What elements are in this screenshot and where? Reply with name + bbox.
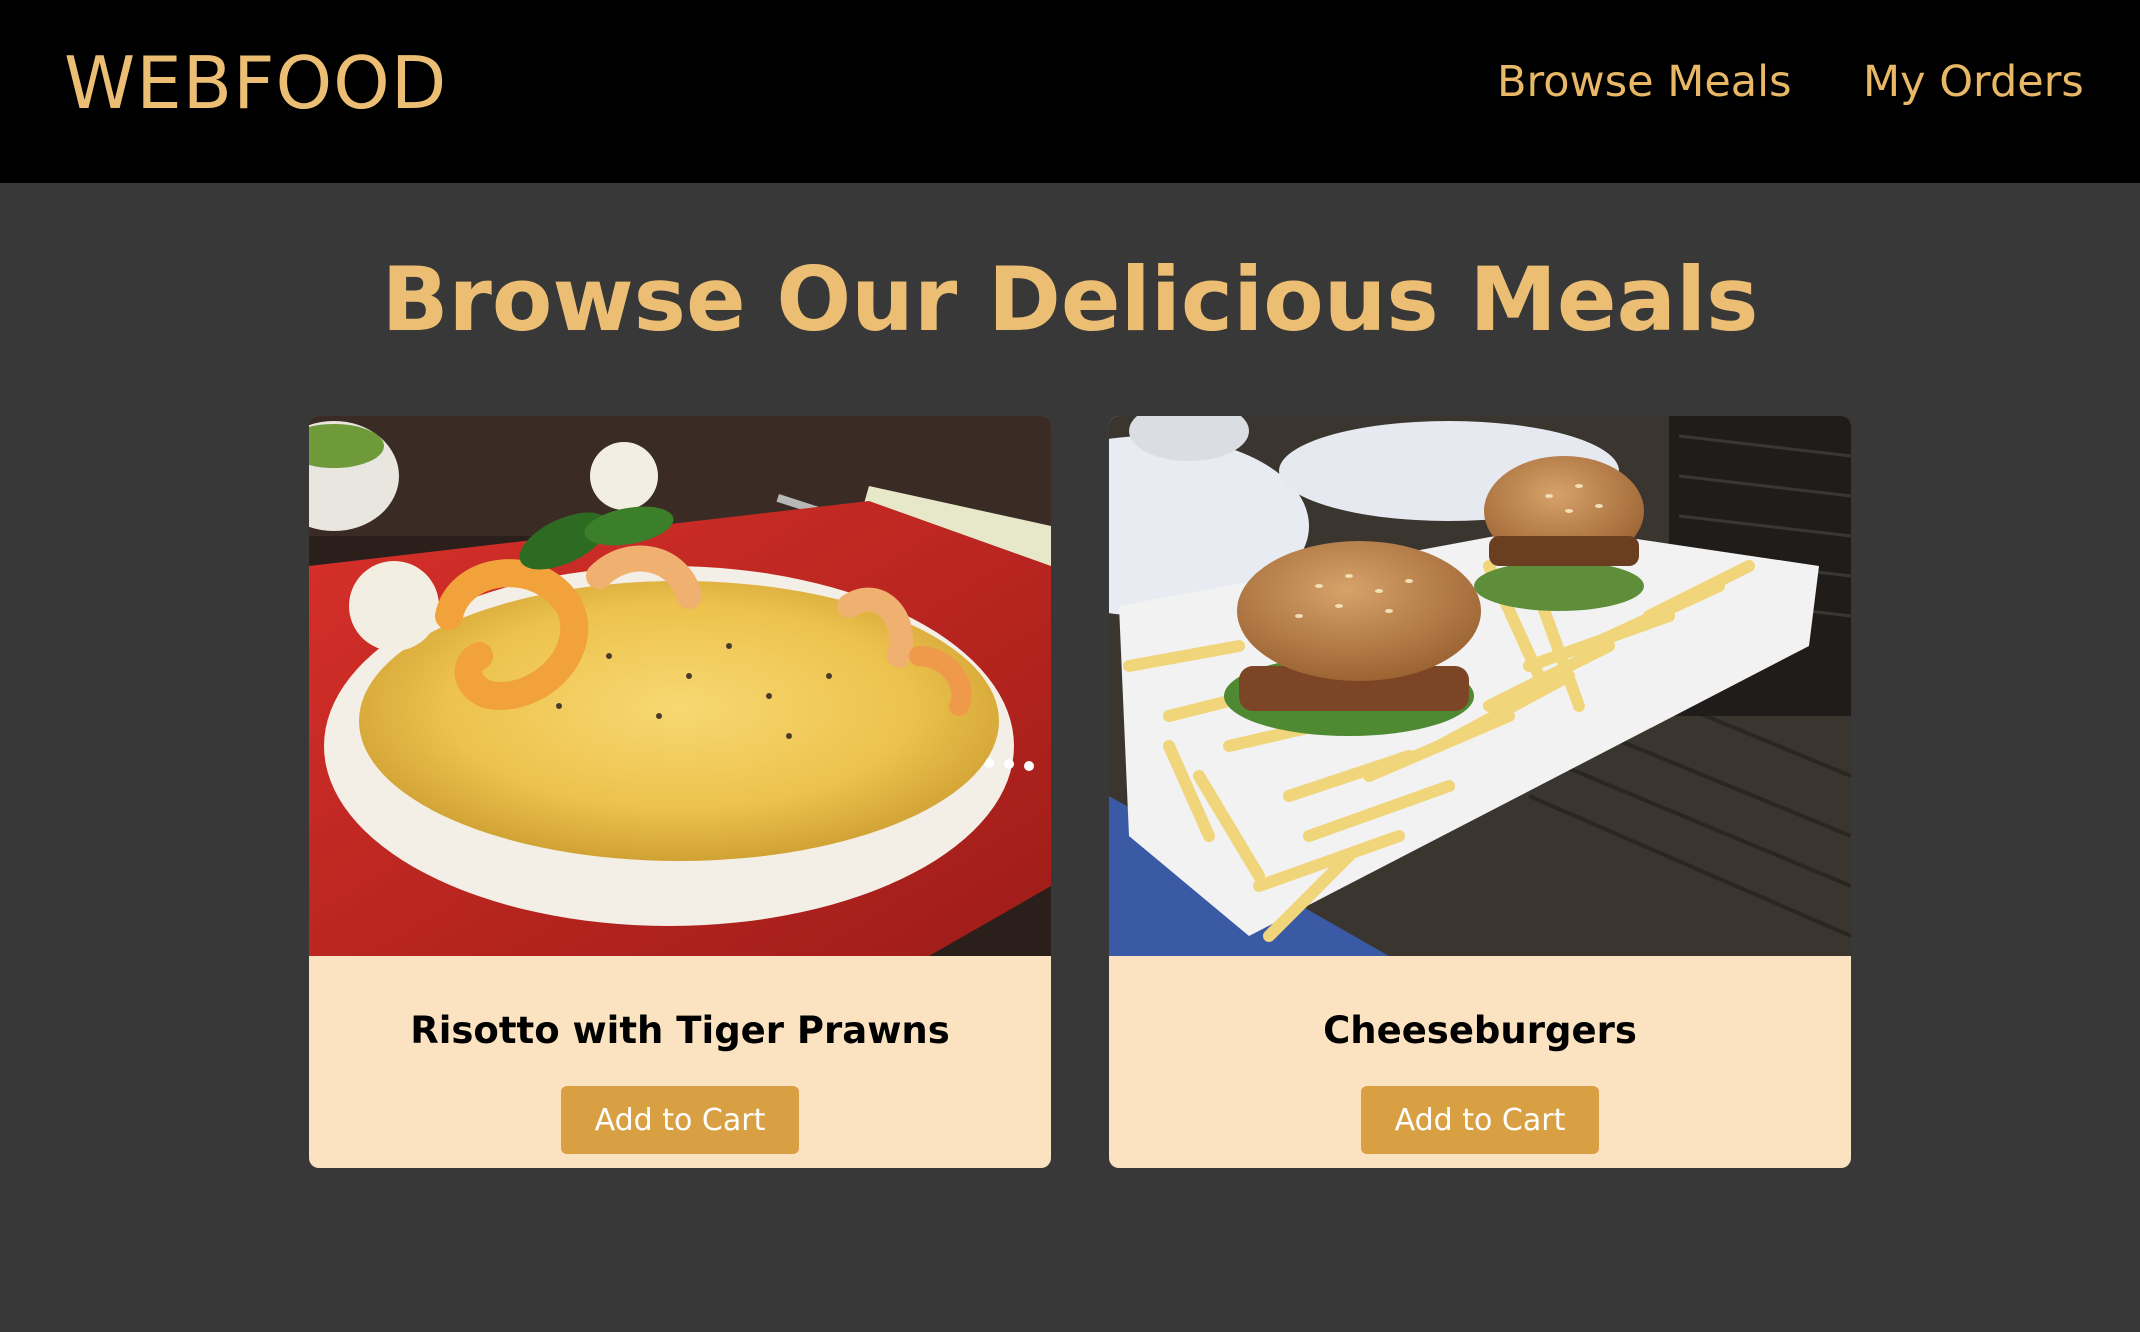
cheeseburger-photo [1109,416,1851,956]
meal-name: Risotto with Tiger Prawns [410,1009,950,1052]
add-to-cart-button[interactable]: Add to Cart [561,1086,799,1154]
meal-card-risotto: Risotto with Tiger Prawns Add to Cart [309,416,1051,1168]
nav-browse-meals-link[interactable]: Browse Meals [1497,52,1792,112]
page-title: Browse Our Delicious Meals [381,248,1759,351]
add-to-cart-button[interactable]: Add to Cart [1361,1086,1599,1154]
meal-card-cheeseburgers: Cheeseburgers Add to Cart [1109,416,1851,1168]
nav-my-orders-link[interactable]: My Orders [1863,52,2084,112]
meal-name: Cheeseburgers [1323,1009,1637,1052]
risotto-photo [309,416,1051,956]
top-navigation-bar: WEBFOOD Browse Meals My Orders [0,0,2140,183]
brand-logo[interactable]: WEBFOOD [64,38,447,128]
